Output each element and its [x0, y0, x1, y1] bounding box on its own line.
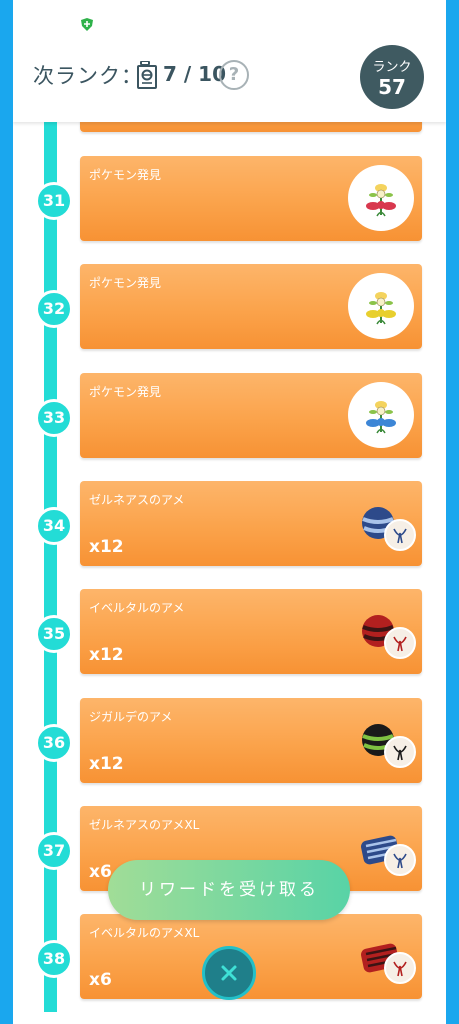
reward-quantity: x6: [89, 861, 112, 882]
reward-title: ポケモン発見: [89, 384, 162, 399]
rank-progress-count: 7 / 10: [163, 62, 226, 86]
level-node-36: 36: [35, 723, 73, 762]
reward-card-33[interactable]: ポケモン発見: [80, 372, 422, 458]
xerneas-candy-xl-icon: [358, 824, 418, 876]
reward-quantity: x6: [89, 970, 112, 991]
flabebe-red-flower-icon: [348, 165, 414, 231]
level-node-33: 33: [35, 398, 73, 437]
reward-title: イベルタルのアメ: [89, 601, 185, 616]
right-edge-strip: [446, 0, 459, 1024]
xerneas-candy-icon: [358, 499, 418, 551]
yveltal-candy-xl-icon: [358, 932, 418, 985]
reward-card-34[interactable]: ゼルネアスのアメ x12: [80, 480, 422, 566]
reward-card-32[interactable]: ポケモン発見: [80, 264, 422, 350]
close-icon: [221, 965, 237, 981]
header: 次ランク： 7 / 10 ? ランク 57: [13, 0, 446, 122]
level-node-37: 37: [35, 831, 73, 870]
level-node-32: 32: [35, 290, 73, 329]
level-node-34: 34: [35, 506, 73, 545]
level-node-38: 38: [35, 940, 73, 979]
claim-rewards-button[interactable]: リワードを受け取る: [108, 860, 350, 920]
zygarde-candy-icon: [358, 716, 418, 768]
reward-title: イベルタルのアメXL: [89, 926, 200, 941]
reward-title: ゼルネアスのアメ: [89, 492, 185, 507]
level-node-35: 35: [35, 615, 73, 654]
reward-title: ジガルデのアメ: [89, 709, 173, 724]
close-button[interactable]: [202, 946, 256, 1000]
reward-card-35[interactable]: イベルタルのアメ x12: [80, 589, 422, 675]
reward-title: ポケモン発見: [89, 276, 162, 291]
help-icon[interactable]: ?: [219, 60, 249, 90]
rank-badge: ランク 57: [360, 45, 424, 109]
reward-quantity: x12: [89, 753, 124, 774]
reward-title: ゼルネアスのアメXL: [89, 817, 200, 832]
shield-icon: [81, 18, 93, 31]
reward-quantity: x12: [89, 536, 124, 557]
next-rank-label: 次ランク：: [33, 64, 143, 88]
reward-card-36[interactable]: ジガルデのアメ x12: [80, 697, 422, 783]
rank-badge-value: 57: [378, 75, 406, 99]
level-node-31: 31: [35, 182, 73, 220]
field-notes-icon: [137, 61, 157, 89]
reward-quantity: x12: [89, 645, 124, 666]
flabebe-blue-flower-icon: [348, 381, 414, 448]
reward-title: ポケモン発見: [89, 168, 162, 182]
yveltal-candy-icon: [358, 607, 418, 660]
timeline-line: [44, 122, 57, 1012]
flabebe-yellow-flower-icon: [348, 273, 414, 340]
rank-rewards-screen: 次ランク： 7 / 10 ? ランク 57 31 ポケモン発見 32 ポケモン発見 33…: [0, 0, 459, 1024]
rank-badge-label: ランク: [372, 60, 412, 75]
left-edge-strip: [0, 0, 13, 1024]
reward-card-31[interactable]: ポケモン発見: [80, 156, 422, 241]
